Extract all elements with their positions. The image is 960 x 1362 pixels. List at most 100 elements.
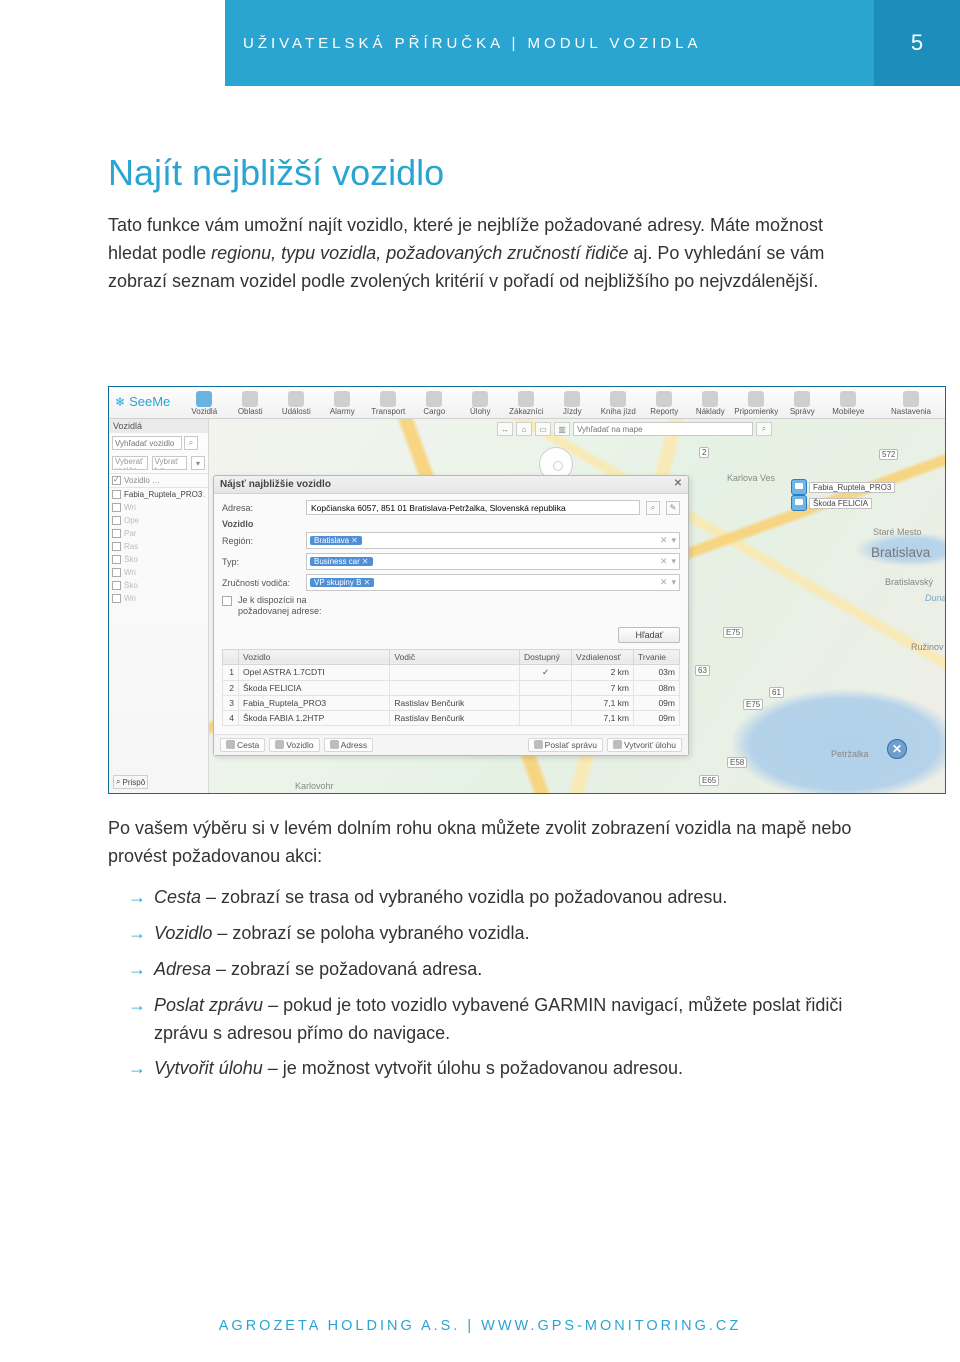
tag-skill[interactable]: VP skupiny B✕ <box>310 578 374 587</box>
route-icon <box>226 740 235 749</box>
checkbox[interactable] <box>112 542 121 551</box>
col-driver[interactable]: Vodič <box>390 649 520 664</box>
toolbar-settings[interactable]: Nastavenia <box>883 391 939 416</box>
vehicle-row[interactable]: Wri <box>109 501 208 514</box>
vehicle-row[interactable]: Ope <box>109 514 208 527</box>
toolbar-item-events[interactable]: Události <box>274 391 318 416</box>
close-icon[interactable]: ✕ <box>672 478 684 490</box>
region-tagbox[interactable]: Bratislava✕ ✕▾ <box>306 532 680 549</box>
sidebar-search-input[interactable] <box>112 436 182 450</box>
checkbox-all[interactable] <box>112 476 121 485</box>
vehicle-row[interactable]: Ško <box>109 553 208 566</box>
area-label: Staré Mesto <box>873 527 922 537</box>
toolbar-item-logbook[interactable]: Kniha jízd <box>596 391 640 416</box>
availability-checkbox[interactable] <box>222 596 232 606</box>
checkbox[interactable] <box>112 503 121 512</box>
type-dropdown[interactable]: Vybrať typ <box>152 456 188 470</box>
toolbar-item-alarms[interactable]: Alarmy <box>320 391 364 416</box>
toolbar-item-trips[interactable]: Jízdy <box>550 391 594 416</box>
toolbar-item-reminders[interactable]: Pripomienky <box>734 391 778 416</box>
tag-remove-icon[interactable]: ✕ <box>351 536 358 545</box>
col-distance[interactable]: Vzdialenosť <box>572 649 634 664</box>
window-titlebar[interactable]: Nájsť najbližšie vozidlo ✕ <box>214 476 688 494</box>
chip-route[interactable]: Cesta <box>220 738 265 752</box>
tag-type[interactable]: Business car✕ <box>310 557 373 566</box>
vehicle-name: Fabia_Ruptela_PRO3 / Bratislava … <box>124 490 205 499</box>
destination-marker[interactable]: ✕ <box>887 739 907 759</box>
toolbar-item-tasks[interactable]: Úlohy <box>458 391 502 416</box>
region-dropdown[interactable]: Vyberať región <box>112 456 148 470</box>
search-button[interactable]: Hľadať <box>618 627 680 643</box>
vehicle-row[interactable]: Fabia_Ruptela_PRO3 / Bratislava … <box>109 488 208 501</box>
checkbox[interactable] <box>112 568 121 577</box>
address-input[interactable] <box>306 500 640 515</box>
toolbar-item-cargo[interactable]: Cargo <box>412 391 456 416</box>
col-vehicle[interactable]: Vozidlo <box>239 649 390 664</box>
vehicle-marker[interactable]: Fabia_Ruptela_PRO3 <box>791 479 895 495</box>
table-row[interactable]: 1Opel ASTRA 1.7CDTI✓2 km03m <box>223 664 680 680</box>
search-icon[interactable]: ⌕ <box>646 501 660 515</box>
toolbar-item-customers[interactable]: Zákazníci <box>504 391 548 416</box>
chevron-down-icon[interactable]: ▾ <box>671 556 676 567</box>
checkbox[interactable] <box>112 529 121 538</box>
chip-create-task[interactable]: Vytvoriť úlohu <box>607 738 682 752</box>
table-row[interactable]: 3Fabia_Ruptela_PRO3Rastislav Benčurik7,1… <box>223 695 680 710</box>
checkbox[interactable] <box>112 516 121 525</box>
map-search-input[interactable] <box>573 422 753 436</box>
area-label: Karlova Ves <box>727 473 775 483</box>
clear-icon[interactable]: ✕ <box>660 535 668 546</box>
col-num[interactable] <box>223 649 239 664</box>
tag-remove-icon[interactable]: ✕ <box>363 578 370 587</box>
skills-tagbox[interactable]: VP skupiny B✕ ✕▾ <box>306 574 680 591</box>
checkbox[interactable] <box>112 581 121 590</box>
label-availability: Je k dispozícii na požadovanej adrese: <box>238 595 348 617</box>
toolbar-item-messages[interactable]: Správy <box>780 391 824 416</box>
car-icon <box>196 391 212 407</box>
col-avail[interactable]: Dostupný <box>520 649 572 664</box>
toolbar-item-areas[interactable]: Oblasti <box>228 391 272 416</box>
col-duration[interactable]: Trvanie <box>634 649 680 664</box>
vehicle-row[interactable]: Ras <box>109 540 208 553</box>
search-icon[interactable]: ⌕ <box>756 422 772 436</box>
toolbar-item-reports[interactable]: Reporty <box>642 391 686 416</box>
map-tool-icon[interactable]: ⌂ <box>516 422 532 436</box>
chip-send-message[interactable]: Poslať správu <box>528 738 603 752</box>
map-tool-icon[interactable]: ↔ <box>497 422 513 436</box>
app-logo[interactable]: ❄SeeMe <box>115 394 170 409</box>
logo-text: SeeMe <box>129 394 170 409</box>
label-vehicle: Vozidlo <box>222 519 680 529</box>
checkbox[interactable] <box>112 555 121 564</box>
toolbar-item-transport[interactable]: Transport <box>366 391 410 416</box>
chevron-down-icon[interactable]: ▾ <box>671 577 676 588</box>
chip-address[interactable]: Adress <box>324 738 373 752</box>
page-footer: AGROZETA HOLDING A.S. | WWW.GPS-MONITORI… <box>0 1318 960 1334</box>
tag-region[interactable]: Bratislava✕ <box>310 536 362 545</box>
vehicle-row[interactable]: Par <box>109 527 208 540</box>
bullet-item: Poslat zprávu – pokud je toto vozidlo vy… <box>128 992 868 1048</box>
expand-icon[interactable]: ▾ <box>191 456 205 470</box>
vehicle-row[interactable]: Wri <box>109 566 208 579</box>
chip-vehicle[interactable]: Vozidlo <box>269 738 319 752</box>
vehicle-row[interactable]: Ško <box>109 579 208 592</box>
map-pick-icon[interactable]: ✎ <box>666 501 680 515</box>
intro-paragraph: Tato funkce vám umožní najít vozidlo, kt… <box>108 212 858 296</box>
checkbox[interactable] <box>112 594 121 603</box>
table-row[interactable]: 4Škoda FABIA 1.2HTPRastislav Benčurik7,1… <box>223 710 680 725</box>
map-tool-icon[interactable]: ▥ <box>554 422 570 436</box>
map-tool-icon[interactable]: ▭ <box>535 422 551 436</box>
toolbar-item-costs[interactable]: Náklady <box>688 391 732 416</box>
type-tagbox[interactable]: Business car✕ ✕▾ <box>306 553 680 570</box>
clear-icon[interactable]: ✕ <box>660 556 668 567</box>
vehicle-marker[interactable]: Škoda FELICIA <box>791 495 872 511</box>
chevron-down-icon[interactable]: ▾ <box>671 535 676 546</box>
toolbar-item-mobileye[interactable]: Mobileye <box>826 391 870 416</box>
checkbox[interactable] <box>112 490 121 499</box>
toolbar-item-vehicles[interactable]: Vozidlá <box>182 391 226 416</box>
clear-icon[interactable]: ✕ <box>660 577 668 588</box>
search-icon[interactable]: ⌕ <box>184 436 198 450</box>
vehicle-row[interactable]: Wri <box>109 592 208 605</box>
sidebar-filter-row: Vyberať región Vybrať typ ▾ <box>109 453 208 473</box>
tag-remove-icon[interactable]: ✕ <box>362 557 369 566</box>
customize-button[interactable]: ⌕Prispô <box>113 775 148 789</box>
table-row[interactable]: 2Škoda FELICIA7 km08m <box>223 680 680 695</box>
